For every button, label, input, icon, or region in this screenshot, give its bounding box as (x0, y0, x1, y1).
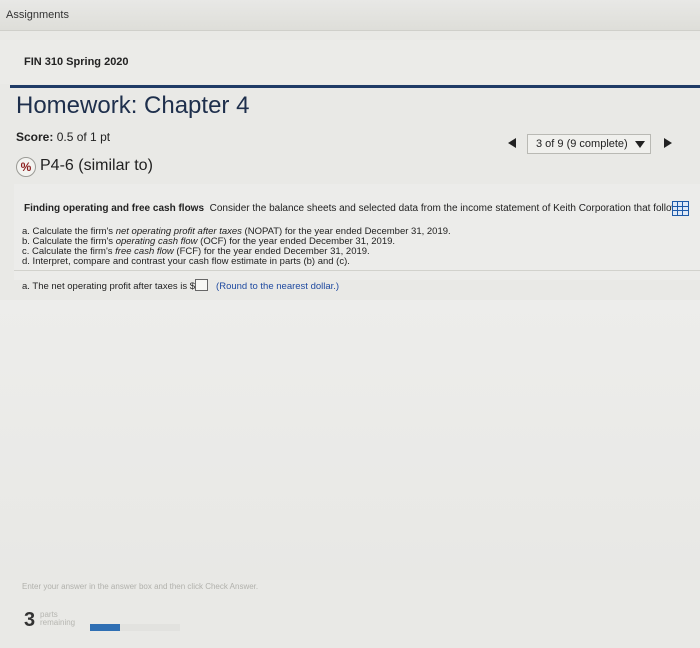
parts-remaining-count: 3 (24, 609, 36, 631)
work-area (0, 300, 700, 580)
question-selector[interactable]: 3 of 9 (9 complete) (527, 134, 651, 154)
page-title: Homework: Chapter 4 (16, 92, 250, 119)
question-text: Consider the balance sheets and selected… (209, 203, 679, 214)
score-value: 0.5 of 1 pt (56, 130, 111, 144)
footer-instruction: Enter your answer in the answer box and … (22, 582, 259, 591)
section-divider (14, 270, 700, 271)
round-hint: (Round to the nearest dollar.) (216, 281, 340, 292)
parts-progress-bar (90, 624, 180, 631)
answer-input[interactable] (195, 279, 209, 291)
question-statement: Finding operating and free cash flows Co… (24, 203, 679, 214)
parts-remaining-label: parts remaining (40, 610, 76, 627)
window-titlebar: Assignments (0, 0, 700, 31)
answer-prompt: a. The net operating profit after taxes … (22, 281, 196, 292)
score-label: Score: (16, 130, 54, 144)
data-table-icon[interactable] (672, 201, 689, 216)
chevron-down-icon (635, 141, 645, 148)
course-name[interactable]: FIN 310 Spring 2020 (24, 56, 129, 68)
problem-id: P4-6 (similar to) (40, 157, 153, 174)
header-divider (10, 85, 700, 88)
question-selector-value: 3 of 9 (9 complete) (536, 138, 628, 150)
window-title: Assignments (6, 9, 69, 21)
progress-fill (90, 624, 120, 631)
task-d: d. Interpret, compare and contrast your … (22, 256, 350, 267)
next-question-icon[interactable] (664, 138, 672, 148)
score-display: Score: 0.5 of 1 pt (16, 130, 110, 144)
question-heading: Finding operating and free cash flows (24, 203, 205, 214)
previous-question-icon[interactable] (508, 138, 516, 148)
partial-credit-icon: % (16, 157, 36, 177)
course-header: FIN 310 Spring 2020 (0, 40, 700, 84)
answer-row: a. The net operating profit after taxes … (22, 279, 339, 292)
